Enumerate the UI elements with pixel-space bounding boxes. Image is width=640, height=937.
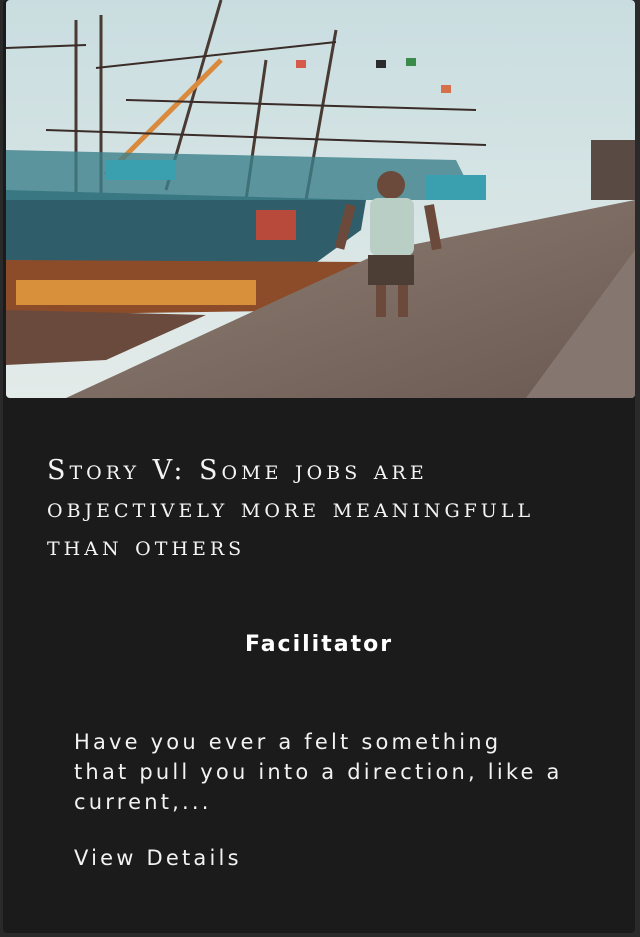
harbor-photo <box>6 0 635 398</box>
story-title: Story V: Some jobs are objectively more … <box>47 455 535 562</box>
story-image <box>6 0 635 398</box>
story-excerpt: Have you ever a felt something that pull… <box>74 730 563 814</box>
story-card[interactable]: Story V: Some jobs are objectively more … <box>3 0 635 933</box>
story-role: Facilitator <box>244 632 394 657</box>
view-details-link[interactable]: View Details <box>74 846 242 870</box>
